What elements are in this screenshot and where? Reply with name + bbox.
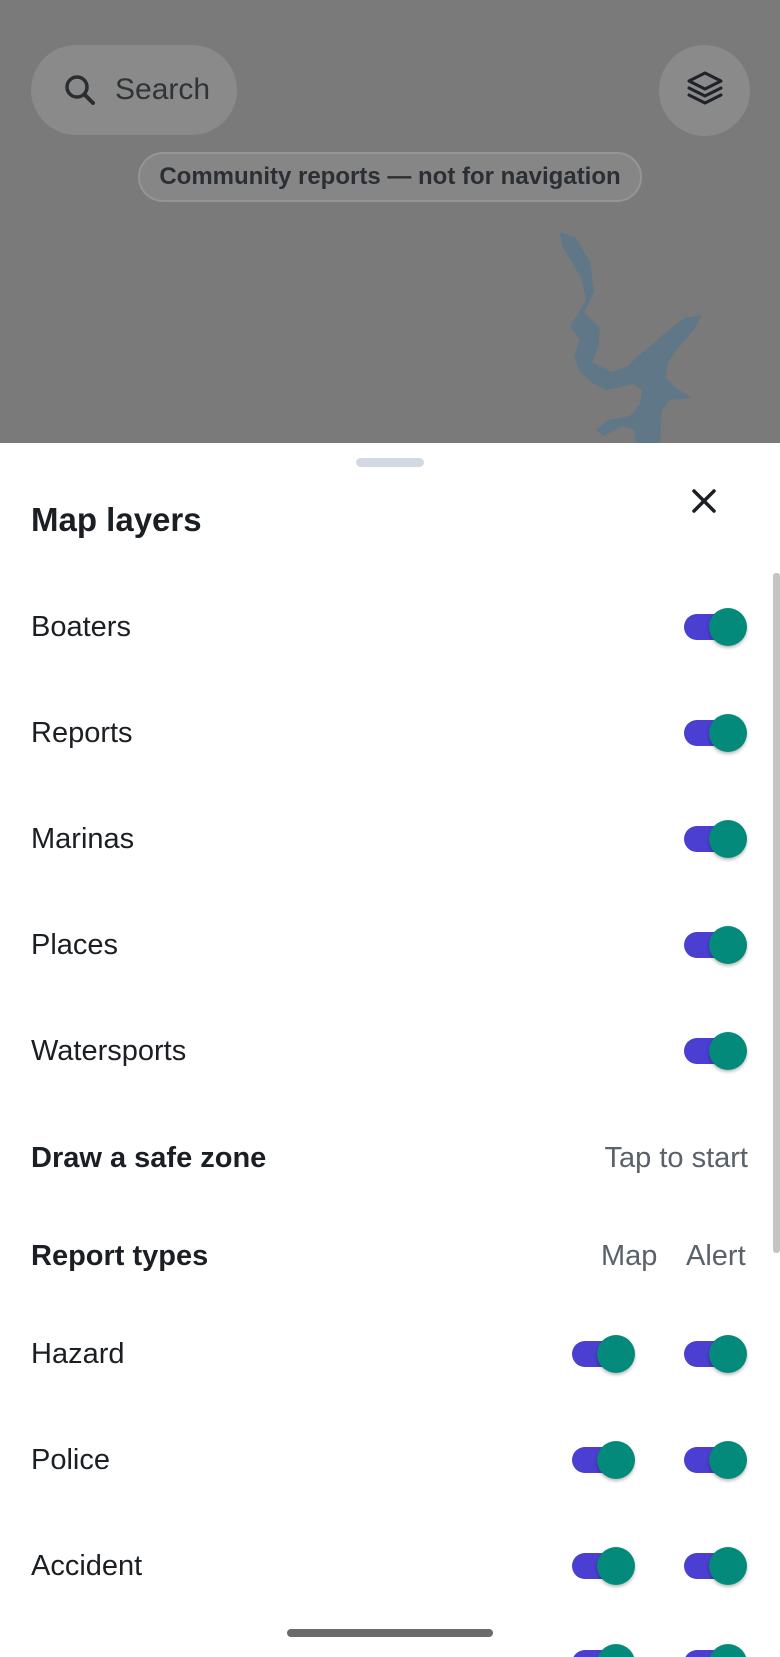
toggle-thumb: [709, 1032, 747, 1070]
toggle-thumb: [709, 1644, 747, 1657]
hazard-map-toggle[interactable]: [572, 1324, 635, 1384]
layer-label: Marinas: [31, 823, 135, 855]
map-view[interactable]: Search Community reports — not for navig…: [0, 0, 780, 443]
drag-handle[interactable]: [356, 458, 424, 467]
search-bar[interactable]: Search: [31, 45, 237, 135]
boaters-toggle[interactable]: [684, 597, 747, 657]
search-icon: [61, 71, 99, 109]
layer-label: Reports: [31, 717, 133, 749]
layers-icon: [685, 68, 725, 113]
report-type-label: Hazard: [31, 1338, 125, 1370]
report-type-label: Police: [31, 1444, 110, 1476]
report-row-hazard: Hazard: [0, 1314, 780, 1394]
reports-toggle[interactable]: [684, 703, 747, 763]
layer-row-reports[interactable]: Reports: [0, 693, 780, 773]
close-button[interactable]: [684, 483, 724, 523]
layer-row-places[interactable]: Places: [0, 905, 780, 985]
toggle-thumb: [709, 714, 747, 752]
watersports-toggle[interactable]: [684, 1021, 747, 1081]
toggle-thumb: [597, 1335, 635, 1373]
layer-row-watersports[interactable]: Watersports: [0, 1011, 780, 1091]
safe-zone-action[interactable]: Tap to start: [605, 1118, 748, 1198]
sheet-title: Map layers: [31, 501, 202, 538]
police-alert-toggle[interactable]: [684, 1430, 747, 1490]
toggle-thumb: [709, 820, 747, 858]
column-map-label: Map: [601, 1240, 658, 1272]
layer-row-boaters[interactable]: Boaters: [0, 587, 780, 667]
close-icon: [690, 487, 718, 520]
toggle-thumb: [709, 608, 747, 646]
toggle-thumb: [597, 1441, 635, 1479]
places-toggle[interactable]: [684, 915, 747, 975]
report-row-police: Police: [0, 1420, 780, 1500]
toggle-thumb: [709, 1547, 747, 1585]
next-row-map-toggle[interactable]: [572, 1633, 635, 1657]
toggle-thumb: [709, 1441, 747, 1479]
toggle-thumb: [597, 1547, 635, 1585]
police-map-toggle[interactable]: [572, 1430, 635, 1490]
report-types-header: Report types Map Alert: [0, 1216, 780, 1296]
disclaimer-chip: Community reports — not for navigation: [138, 152, 642, 202]
layer-label: Watersports: [31, 1035, 187, 1067]
safe-zone-label: Draw a safe zone: [31, 1142, 267, 1174]
report-types-label: Report types: [31, 1240, 209, 1272]
marinas-toggle[interactable]: [684, 809, 747, 869]
layer-label: Boaters: [31, 611, 131, 643]
column-alert-label: Alert: [686, 1240, 746, 1272]
safe-zone-row[interactable]: Draw a safe zone Tap to start: [0, 1118, 780, 1198]
map-layers-sheet: Map layers Boaters Reports Marinas Place…: [0, 443, 780, 1657]
toggle-thumb: [709, 1335, 747, 1373]
search-label: Search: [115, 73, 211, 106]
hazard-alert-toggle[interactable]: [684, 1324, 747, 1384]
report-row-accident: Accident: [0, 1526, 780, 1606]
home-indicator[interactable]: [287, 1629, 493, 1637]
screen: Search Community reports — not for navig…: [0, 0, 780, 1657]
toggle-thumb: [597, 1644, 635, 1657]
accident-map-toggle[interactable]: [572, 1536, 635, 1596]
report-type-label: Accident: [31, 1550, 143, 1582]
layer-row-marinas[interactable]: Marinas: [0, 799, 780, 879]
next-row-alert-toggle[interactable]: [684, 1633, 747, 1657]
layer-label: Places: [31, 929, 119, 961]
accident-alert-toggle[interactable]: [684, 1536, 747, 1596]
toggle-thumb: [709, 926, 747, 964]
layers-button[interactable]: [659, 45, 750, 136]
